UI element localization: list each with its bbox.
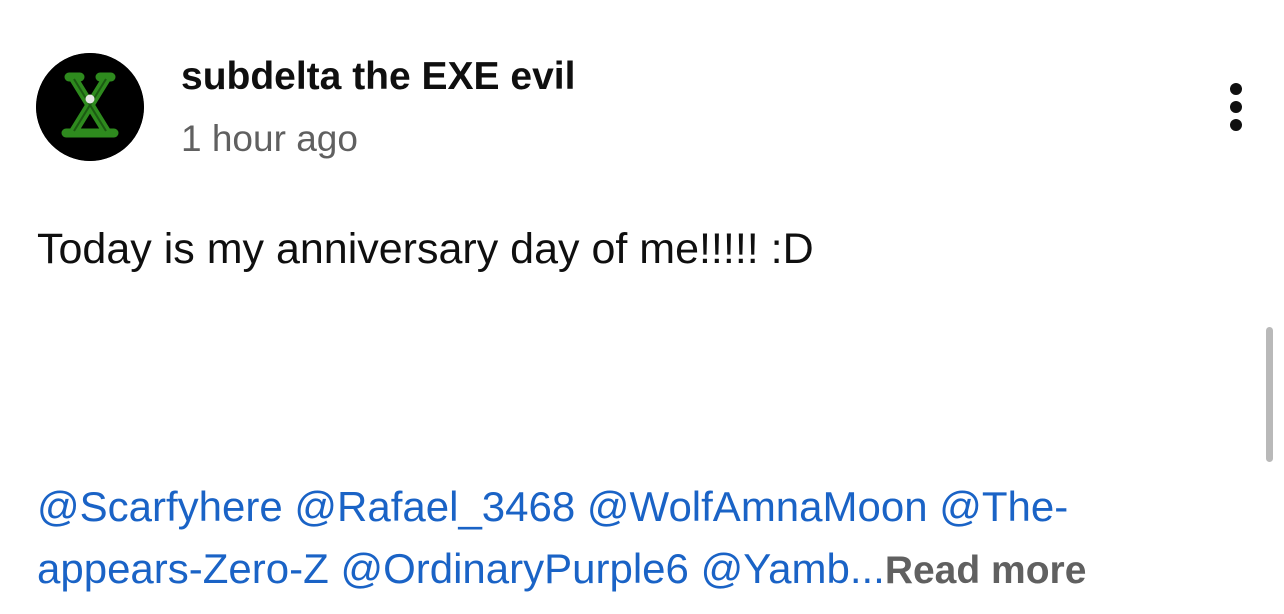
mention-link[interactable]: @The-: [939, 483, 1068, 530]
mention-link[interactable]: @Rafael_3468: [294, 483, 575, 530]
post-timestamp: 1 hour ago: [181, 118, 358, 159]
mention-link[interactable]: @Scarfyhere: [37, 483, 283, 530]
mention-link[interactable]: @OrdinaryPurple6: [340, 545, 688, 592]
mentions-block: @Scarfyhere @Rafael_3468 @WolfAmnaMoon @…: [37, 476, 1252, 600]
read-more-button[interactable]: Read more: [885, 549, 1087, 592]
mentions-line-1: @Scarfyhere @Rafael_3468 @WolfAmnaMoon @…: [37, 476, 1252, 538]
avatar-image: [36, 53, 144, 161]
author-avatar[interactable]: [36, 53, 144, 161]
truncation-ellipsis: ...: [849, 545, 885, 592]
post-body-text: Today is my anniversary day of me!!!!! :…: [37, 225, 814, 273]
mention-link[interactable]: @Yamb: [701, 545, 850, 592]
mention-link[interactable]: appears-Zero-Z: [37, 545, 329, 592]
more-options-button[interactable]: [1212, 78, 1260, 138]
more-vert-icon: [1230, 83, 1242, 131]
mention-link[interactable]: @WolfAmnaMoon: [587, 483, 928, 530]
scrollbar-thumb[interactable]: [1266, 327, 1273, 462]
author-name[interactable]: subdelta the EXE evil: [181, 54, 575, 100]
mentions-line-2: appears-Zero-Z @OrdinaryPurple6 @Yamb...…: [37, 538, 1252, 600]
